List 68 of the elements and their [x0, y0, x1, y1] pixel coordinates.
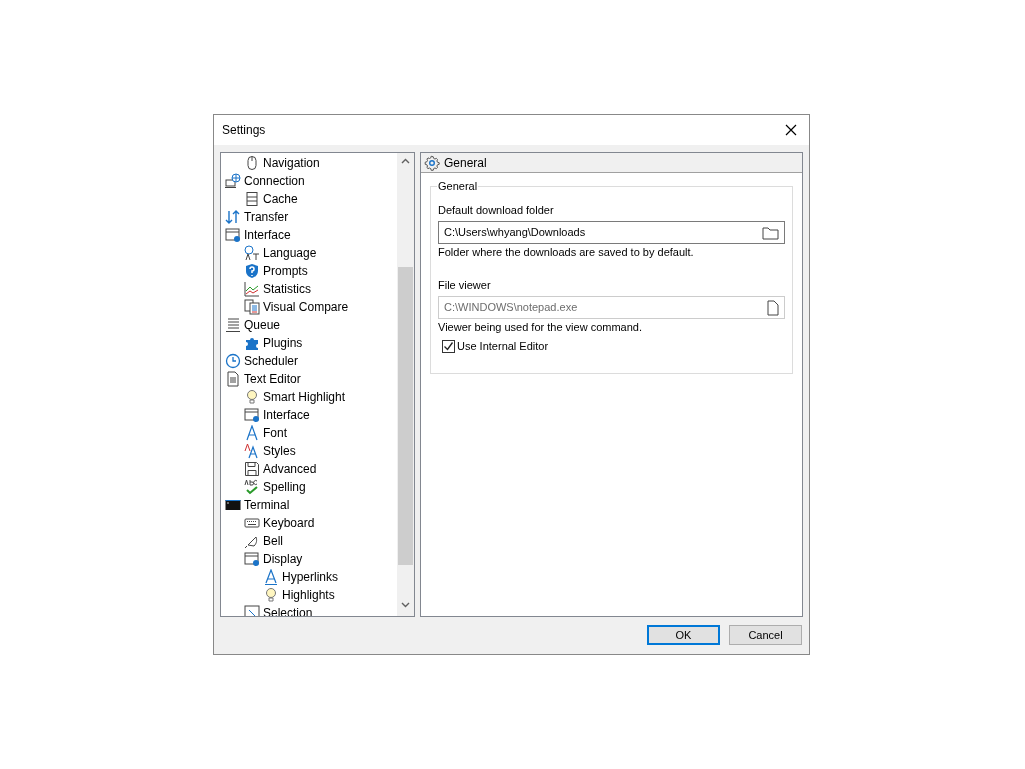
tree-item[interactable]: Font — [221, 424, 397, 442]
tree-item[interactable]: Terminal — [221, 496, 397, 514]
tree-item[interactable]: Visual Compare — [221, 298, 397, 316]
group-title: General — [437, 179, 479, 193]
checkbox-label: Use Internal Editor — [457, 339, 549, 353]
window-gear-icon — [244, 551, 260, 567]
tree-item[interactable]: Language — [221, 244, 397, 262]
letter-icon — [263, 569, 279, 585]
tree-item[interactable]: Statistics — [221, 280, 397, 298]
tree-item[interactable]: Spelling — [221, 478, 397, 496]
tree-item[interactable]: Cache — [221, 190, 397, 208]
field-label: Default download folder — [438, 203, 555, 217]
ok-button[interactable]: OK — [647, 625, 720, 645]
gear-icon — [424, 154, 440, 171]
floppy-disk-icon — [244, 461, 260, 477]
shield-question-icon — [244, 263, 260, 279]
tree-item[interactable]: Navigation — [221, 154, 397, 172]
tree-item[interactable]: Advanced — [221, 460, 397, 478]
tree-item[interactable]: Transfer — [221, 208, 397, 226]
terminal-icon — [225, 497, 241, 513]
field-hint: Viewer being used for the view command. — [438, 320, 643, 334]
panel-title: General — [444, 154, 487, 172]
field-hint: Folder where the downloads are saved to by default. — [438, 245, 695, 259]
tree-item[interactable]: Styles — [221, 442, 397, 460]
database-icon — [244, 191, 260, 207]
tree-item[interactable]: Text Editor — [221, 370, 397, 388]
path-field[interactable]: C:\Users\whyang\Downloads — [438, 221, 785, 244]
document-icon — [225, 371, 241, 387]
tree-item[interactable]: Interface — [221, 226, 397, 244]
tree-item[interactable]: Connection — [221, 172, 397, 190]
window-title: Settings — [222, 122, 266, 139]
folder-icon[interactable] — [762, 225, 779, 240]
tree-item[interactable]: Interface — [221, 406, 397, 424]
keyboard-icon — [244, 515, 260, 531]
tree-item[interactable]: Queue — [221, 316, 397, 334]
light-bulb-icon — [263, 587, 279, 603]
documents-compare-icon — [244, 299, 260, 315]
field-label: File viewer — [438, 278, 492, 292]
network-computer-icon — [225, 173, 241, 189]
window-gear-icon — [244, 407, 260, 423]
close-icon[interactable] — [785, 124, 797, 136]
scrollbar-thumb[interactable] — [398, 267, 413, 565]
tree-item[interactable]: Hyperlinks — [221, 568, 397, 586]
spell-check-icon — [244, 479, 260, 495]
clock-icon — [225, 353, 241, 369]
letter-icon — [244, 425, 260, 441]
cancel-button[interactable]: Cancel — [729, 625, 802, 645]
tree-item[interactable]: Prompts — [221, 262, 397, 280]
language-icon — [244, 245, 260, 261]
checkbox[interactable] — [442, 339, 455, 353]
scroll-up-icon[interactable] — [401, 158, 410, 164]
window-gear-icon — [225, 227, 241, 243]
line-chart-icon — [244, 281, 260, 297]
tree-item[interactable]: Scheduler — [221, 352, 397, 370]
scrollbar[interactable] — [397, 153, 414, 616]
mouse-icon — [244, 155, 260, 171]
tree-item[interactable]: Highlights — [221, 586, 397, 604]
puzzle-icon — [244, 335, 260, 351]
transfer-arrows-icon — [225, 209, 241, 225]
scroll-down-icon[interactable] — [401, 602, 410, 608]
tree-item[interactable]: Display — [221, 550, 397, 568]
tree-item[interactable]: Bell — [221, 532, 397, 550]
light-bulb-icon — [244, 389, 260, 405]
tree-item[interactable]: Keyboard — [221, 514, 397, 532]
list-icon — [225, 317, 241, 333]
letters-icon — [244, 443, 260, 459]
tree-item[interactable]: Plugins — [221, 334, 397, 352]
tree-item[interactable]: Smart Highlight — [221, 388, 397, 406]
